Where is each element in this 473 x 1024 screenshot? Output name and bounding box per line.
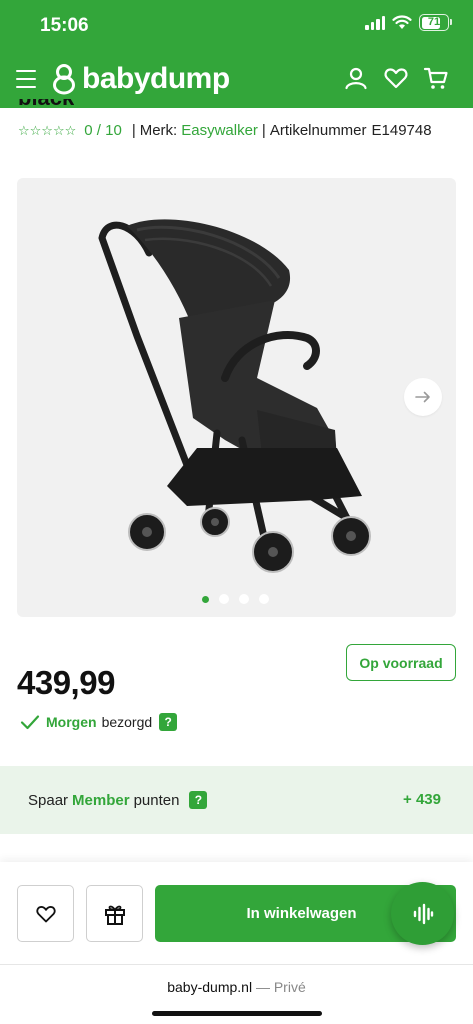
logo[interactable]: babydump bbox=[52, 62, 230, 96]
header: 15:06 71 babydump bbox=[0, 0, 473, 108]
gallery-dot[interactable] bbox=[239, 594, 249, 604]
arrow-right-icon bbox=[415, 391, 430, 403]
gallery-dot[interactable] bbox=[259, 594, 269, 604]
wishlist-button[interactable] bbox=[17, 885, 74, 942]
stock-badge: Op voorraad bbox=[346, 644, 456, 681]
nav-bar: babydump bbox=[0, 56, 473, 104]
member-highlight: Member bbox=[72, 791, 130, 809]
delivery-info: Morgen bezorgd ? bbox=[20, 712, 178, 732]
voice-icon bbox=[413, 903, 433, 924]
product-meta: ☆☆☆☆☆ 0 / 10 | Merk: Easywalker | Artike… bbox=[18, 122, 432, 139]
baby-logo-icon bbox=[53, 64, 75, 95]
separator: | bbox=[131, 122, 136, 139]
product-gallery[interactable] bbox=[17, 178, 456, 617]
browser-footer: baby-dump.nl — Privé bbox=[0, 964, 473, 1024]
gift-button[interactable] bbox=[86, 885, 143, 942]
delivery-text: bezorgd bbox=[101, 714, 153, 730]
url-text: baby-dump.nl bbox=[167, 979, 253, 995]
member-text: Spaar Member punten ? bbox=[28, 791, 208, 809]
header-icons bbox=[343, 65, 449, 91]
user-icon[interactable] bbox=[343, 65, 369, 91]
gallery-dot[interactable] bbox=[202, 595, 209, 603]
member-points: + 439 bbox=[403, 791, 441, 808]
member-suffix: punten bbox=[133, 791, 180, 809]
gallery-dots bbox=[202, 594, 269, 604]
delivery-day: Morgen bbox=[46, 714, 97, 730]
gift-icon bbox=[104, 905, 125, 925]
member-help-icon[interactable]: ? bbox=[189, 791, 208, 809]
logo-text: babydump bbox=[82, 62, 230, 95]
action-bar: In winkelwagen bbox=[0, 862, 473, 964]
url-bar[interactable]: baby-dump.nl — Privé bbox=[0, 979, 473, 995]
check-icon bbox=[20, 715, 40, 730]
separator: | bbox=[261, 122, 266, 139]
product-title: black bbox=[18, 99, 74, 113]
voice-assistant-button[interactable] bbox=[391, 882, 454, 945]
brand-link[interactable]: Easywalker bbox=[181, 122, 258, 139]
page: 15:06 71 babydump ☆☆☆☆☆ 0 / 10 | Merk: E… bbox=[0, 0, 473, 1024]
home-indicator[interactable] bbox=[152, 1011, 322, 1016]
article-label: Artikelnummer bbox=[269, 122, 367, 139]
heart-icon[interactable] bbox=[383, 65, 409, 91]
private-mode-label: — Privé bbox=[252, 979, 306, 995]
gallery-dot[interactable] bbox=[219, 594, 229, 604]
status-time: 15:06 bbox=[40, 15, 89, 36]
brand-label: Merk: bbox=[139, 122, 178, 139]
battery-icon: 71 bbox=[419, 14, 452, 31]
signal-icon bbox=[365, 15, 385, 30]
heart-icon bbox=[35, 905, 56, 922]
product-price: 439,99 bbox=[17, 664, 115, 701]
gallery-next-button[interactable] bbox=[404, 378, 442, 416]
rating-stars-icon[interactable]: ☆☆☆☆☆ bbox=[18, 123, 76, 139]
cart-icon[interactable] bbox=[423, 65, 449, 91]
battery-level: 71 bbox=[427, 16, 441, 28]
wifi-icon bbox=[392, 15, 412, 29]
product-image bbox=[98, 219, 371, 573]
delivery-help-icon[interactable]: ? bbox=[159, 713, 178, 731]
article-number: E149748 bbox=[371, 122, 432, 139]
member-prefix: Spaar bbox=[28, 791, 69, 809]
member-points-banner: Spaar Member punten ? + 439 bbox=[0, 766, 473, 834]
menu-icon[interactable] bbox=[16, 70, 36, 88]
rating-value[interactable]: 0 / 10 bbox=[84, 122, 122, 139]
status-icons: 71 bbox=[365, 14, 452, 31]
